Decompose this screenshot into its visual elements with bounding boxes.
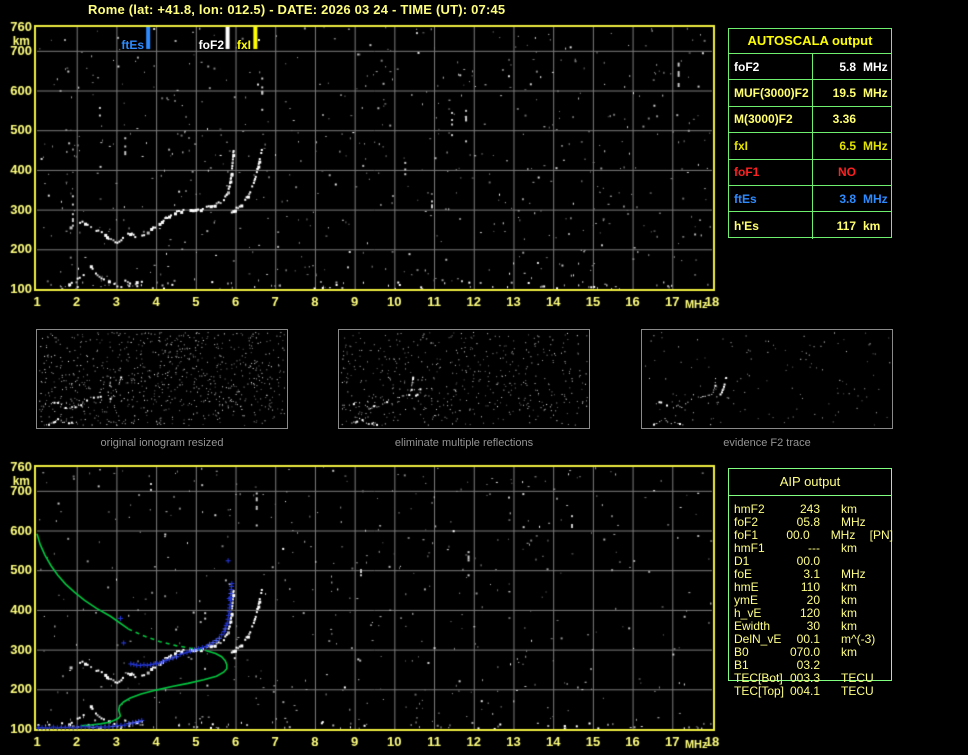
row-label: foF1 xyxy=(729,159,813,185)
ionogram-plot: ftEs foF2 fxI xyxy=(0,16,730,316)
row-value: 3.8 xyxy=(839,191,856,206)
row-value: NO xyxy=(838,165,856,180)
table-row-muf3000f2: MUF(3000)F2 19.5 MHz xyxy=(729,80,891,107)
row-value: 00.0 xyxy=(786,528,810,542)
autoscala-screen: Rome (lat: +41.8, lon: 012.5) - DATE: 20… xyxy=(0,0,968,755)
aip-output-panel: AIP output hmF2 243 km foF2 05.8 MHz foF1 00.… xyxy=(728,468,893,698)
row-unit: km xyxy=(841,645,857,659)
thumbnail-original-ionogram xyxy=(36,329,288,429)
row-value: 19.5 xyxy=(832,86,856,101)
row-label: TEC[Top] xyxy=(734,684,785,698)
row-unit: MHz xyxy=(863,191,888,206)
row-unit: km xyxy=(863,218,881,233)
thumbnail-caption: original ionogram resized xyxy=(100,437,224,449)
thumbnail-caption: eliminate multiple reflections xyxy=(394,437,534,449)
table-row-fxI: fxI 6.5 MHz xyxy=(729,133,891,160)
thumbnail-canvas xyxy=(642,330,892,428)
row-label: h'Es xyxy=(729,212,813,239)
thumbnail-caption: evidence F2 trace xyxy=(723,437,811,449)
table-row-foF2: foF2 5.8 MHz xyxy=(729,54,891,81)
row-label: ftEs xyxy=(729,185,813,212)
row-unit: km xyxy=(841,541,857,555)
table-row-ftEs: ftEs 3.8 MHz xyxy=(729,185,891,213)
page-title: Rome (lat: +41.8, lon: 012.5) - DATE: 20… xyxy=(88,2,506,17)
row-label: MUF(3000)F2 xyxy=(729,80,813,106)
row-unit: MHz xyxy=(863,59,888,74)
thumbnail-canvas xyxy=(339,330,589,428)
row-value: 004.1 xyxy=(789,684,820,698)
thumbnail-eliminate-reflections xyxy=(338,329,590,429)
ionogram-canvas xyxy=(0,16,730,316)
profile-plot-canvas xyxy=(0,456,730,755)
table-row-TEC-Top: TEC[Top] 004.1 TECU xyxy=(729,685,893,698)
row-unit: TECU xyxy=(841,684,874,698)
aip-header: AIP output xyxy=(729,469,891,496)
row-label: foF2 xyxy=(729,54,813,80)
row-value: 6.5 xyxy=(839,138,856,153)
table-row-foF1: foF1 NO xyxy=(729,159,891,186)
row-value: 3.36 xyxy=(832,112,856,127)
profile-plot xyxy=(0,456,730,755)
row-value: 5.8 xyxy=(839,59,856,74)
row-label: fxI xyxy=(729,133,813,159)
row-label: M(3000)F2 xyxy=(729,106,813,133)
row-unit: MHz xyxy=(863,86,888,101)
thumbnail-canvas xyxy=(37,330,287,428)
table-row-m3000f2: M(3000)F2 3.36 xyxy=(729,106,891,134)
autoscala-header: AUTOSCALA output xyxy=(729,29,891,54)
ftEs-marker-label: ftEs xyxy=(121,38,144,52)
aip-rows: hmF2 243 km foF2 05.8 MHz foF1 00.0 MHz [PN] hm… xyxy=(729,503,893,698)
autoscala-output-panel: AUTOSCALA output foF2 5.8 MHz MUF(3000)F2… xyxy=(728,28,892,239)
thumbnail-evidence-f2 xyxy=(641,329,893,429)
fxI-marker-label: fxI xyxy=(236,38,251,52)
table-row-hEs: h'Es 117 km xyxy=(729,212,891,239)
row-extra: [PN] xyxy=(869,528,893,542)
row-value: 117 xyxy=(836,218,856,233)
row-unit: MHz xyxy=(863,138,888,153)
